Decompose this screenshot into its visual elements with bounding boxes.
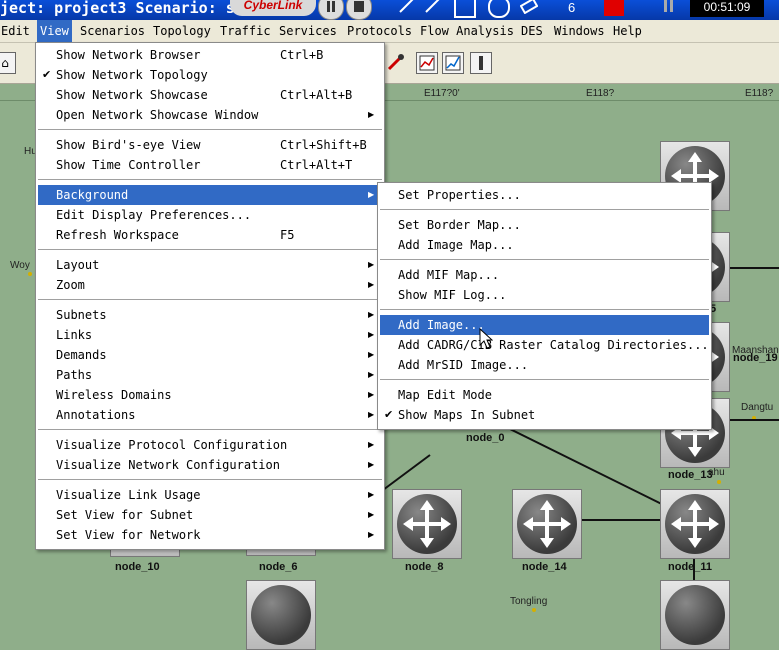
node-label: node_14 (522, 561, 567, 573)
node-label: node_19 (733, 352, 778, 364)
menu-separator (380, 379, 709, 380)
view-menu: Show Network Browser Ctrl+B ✔ Show Netwo… (35, 42, 385, 550)
router-node[interactable] (512, 489, 582, 559)
menu-item-open-network-showcase-window[interactable]: Open Network Showcase Window ▶ (38, 105, 382, 125)
router-node[interactable] (246, 580, 316, 650)
router-icon (665, 585, 725, 645)
submenu-arrow-icon: ▶ (368, 410, 375, 419)
menu-separator (380, 259, 709, 260)
menu-item-set-view-for-network[interactable]: Set View for Network ▶ (38, 525, 382, 545)
submenu-arrow-icon: ▶ (368, 110, 375, 119)
menu-item-subnets[interactable]: Subnets ▶ (38, 305, 382, 325)
menu-separator (38, 299, 382, 300)
menu-item-show-birds-eye-view[interactable]: Show Bird's-eye View Ctrl+Shift+B (38, 135, 382, 155)
submenu-arrow-icon: ▶ (368, 510, 375, 519)
submenu-arrow-icon: ▶ (368, 330, 375, 339)
menu-item-background[interactable]: Background ▶ (38, 185, 382, 205)
menu-item-map-edit-mode[interactable]: Map Edit Mode (380, 385, 709, 405)
menu-item-show-network-showcase[interactable]: Show Network Showcase Ctrl+Alt+B (38, 85, 382, 105)
menu-item-links[interactable]: Links ▶ (38, 325, 382, 345)
node-label: node_10 (115, 561, 160, 573)
menu-separator (38, 479, 382, 480)
menu-separator (380, 309, 709, 310)
submenu-arrow-icon: ▶ (368, 460, 375, 469)
menu-item-add-mrsid-image[interactable]: Add MrSID Image... (380, 355, 709, 375)
router-arrows-icon (403, 500, 451, 548)
menu-item-show-network-browser[interactable]: Show Network Browser Ctrl+B (38, 45, 382, 65)
menu-separator (380, 209, 709, 210)
mouse-cursor-icon (479, 328, 493, 349)
menu-separator (38, 129, 382, 130)
menu-item-visualize-link-usage[interactable]: Visualize Link Usage ▶ (38, 485, 382, 505)
menu-item-layout[interactable]: Layout ▶ (38, 255, 382, 275)
menu-item-set-view-for-subnet[interactable]: Set View for Subnet ▶ (38, 505, 382, 525)
menu-item-show-time-controller[interactable]: Show Time Controller Ctrl+Alt+T (38, 155, 382, 175)
submenu-arrow-icon: ▶ (368, 490, 375, 499)
menu-item-annotations[interactable]: Annotations ▶ (38, 405, 382, 425)
submenu-arrow-icon: ▶ (368, 310, 375, 319)
menu-separator (38, 249, 382, 250)
submenu-arrow-icon: ▶ (368, 440, 375, 449)
menu-item-set-properties[interactable]: Set Properties... (380, 185, 709, 205)
menu-item-show-mif-log[interactable]: Show MIF Log... (380, 285, 709, 305)
menu-item-add-image[interactable]: Add Image... (380, 315, 709, 335)
router-node[interactable] (660, 580, 730, 650)
menu-item-set-border-map[interactable]: Set Border Map... (380, 215, 709, 235)
menu-item-add-cadrg-cib-raster[interactable]: Add CADRG/CIB Raster Catalog Directories… (380, 335, 709, 355)
router-icon (251, 585, 311, 645)
menu-item-show-network-topology[interactable]: ✔ Show Network Topology (38, 65, 382, 85)
checkmark-icon: ✔ (42, 68, 52, 81)
submenu-arrow-icon: ▶ (368, 280, 375, 289)
router-node[interactable] (660, 489, 730, 559)
node-label: node_13 (668, 469, 713, 481)
checkmark-icon: ✔ (384, 408, 394, 421)
menu-item-zoom[interactable]: Zoom ▶ (38, 275, 382, 295)
menu-item-visualize-network-configuration[interactable]: Visualize Network Configuration ▶ (38, 455, 382, 475)
submenu-arrow-icon: ▶ (368, 370, 375, 379)
menu-item-edit-display-preferences[interactable]: Edit Display Preferences... (38, 205, 382, 225)
router-arrows-icon (671, 500, 719, 548)
submenu-arrow-icon: ▶ (368, 260, 375, 269)
background-submenu: Set Properties... Set Border Map... Add … (377, 182, 712, 430)
menu-separator (38, 429, 382, 430)
menu-item-paths[interactable]: Paths ▶ (38, 365, 382, 385)
menu-item-demands[interactable]: Demands ▶ (38, 345, 382, 365)
menu-separator (38, 179, 382, 180)
node-label: node_6 (259, 561, 298, 573)
link-line[interactable] (382, 454, 431, 491)
router-arrows-icon (523, 500, 571, 548)
menu-item-add-mif-map[interactable]: Add MIF Map... (380, 265, 709, 285)
router-node[interactable] (392, 489, 462, 559)
submenu-arrow-icon: ▶ (368, 350, 375, 359)
menu-item-show-maps-in-subnet[interactable]: ✔ Show Maps In Subnet (380, 405, 709, 425)
submenu-arrow-icon: ▶ (368, 530, 375, 539)
menu-item-wireless-domains[interactable]: Wireless Domains ▶ (38, 385, 382, 405)
menu-item-add-image-map[interactable]: Add Image Map... (380, 235, 709, 255)
node-label: node_0 (466, 432, 505, 444)
submenu-arrow-icon: ▶ (368, 390, 375, 399)
menu-item-refresh-workspace[interactable]: Refresh Workspace F5 (38, 225, 382, 245)
node-label: node_11 (668, 561, 713, 573)
node-label: node_8 (405, 561, 444, 573)
submenu-arrow-icon: ▶ (368, 190, 375, 199)
menu-item-visualize-protocol-configuration[interactable]: Visualize Protocol Configuration ▶ (38, 435, 382, 455)
